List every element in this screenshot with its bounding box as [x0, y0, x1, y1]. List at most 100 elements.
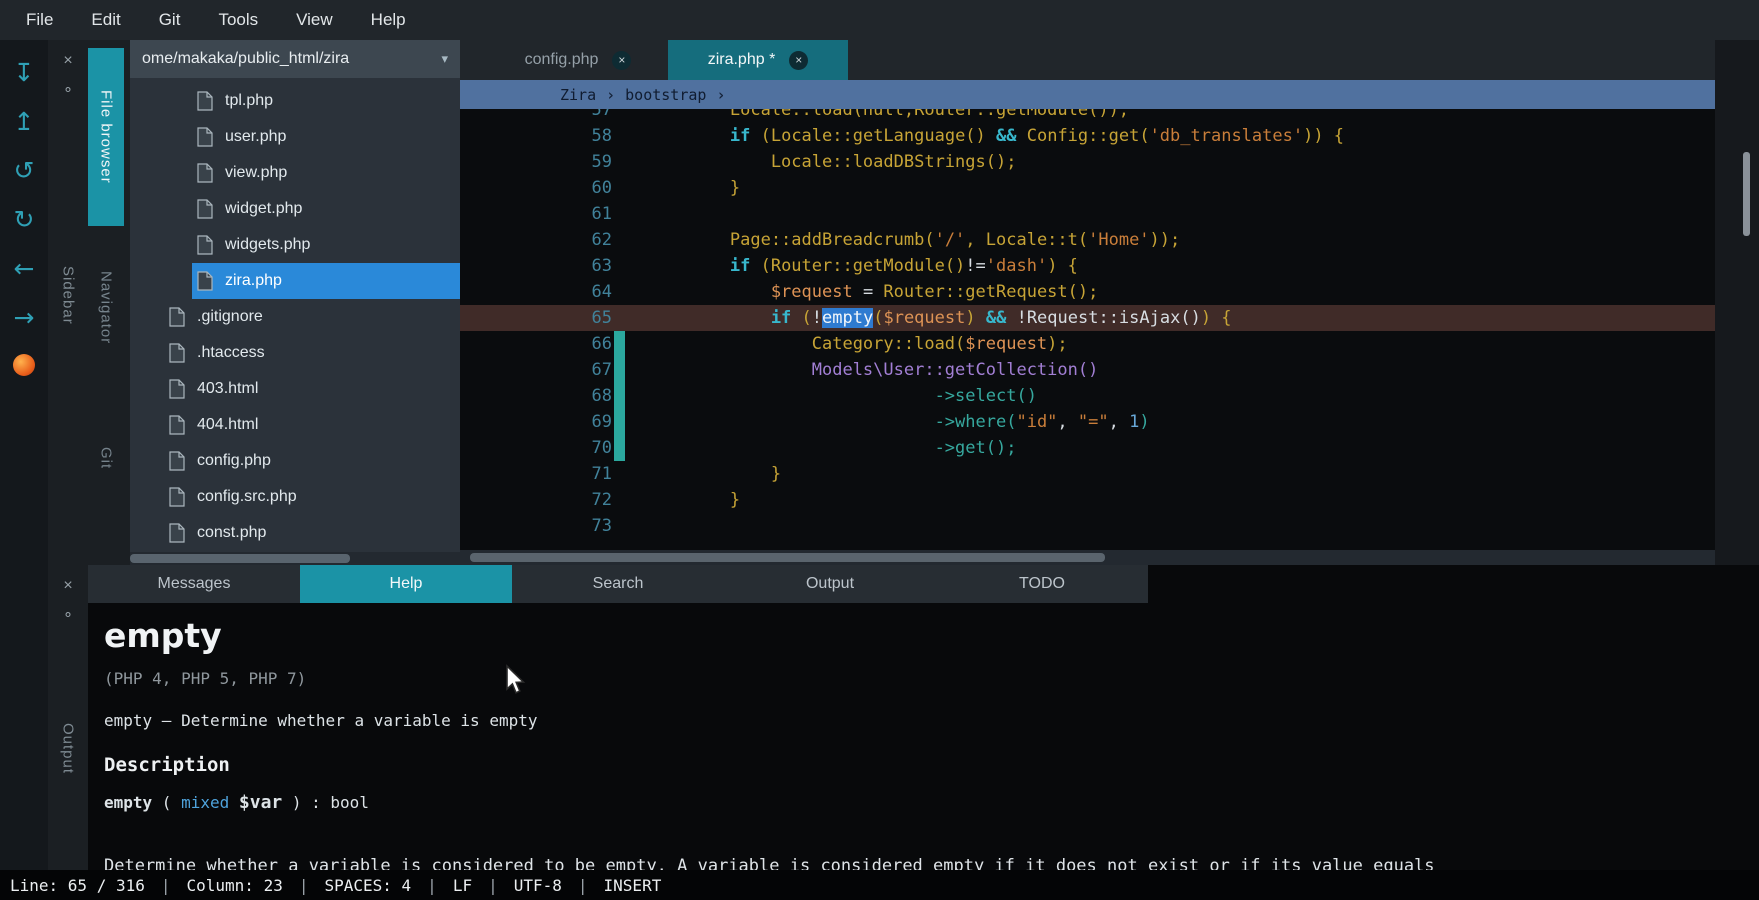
code-line[interactable]: 58 if (Locale::getLanguage() && Config::… [460, 123, 1715, 149]
code-line[interactable]: 64 $request = Router::getRequest(); [460, 279, 1715, 305]
panel-tab-todo[interactable]: TODO [936, 565, 1148, 603]
tree-item[interactable]: config.php [130, 443, 460, 479]
code-line[interactable]: 57 Locale::load(null,Router::getModule()… [460, 109, 1715, 123]
editor-vscrollbar[interactable] [1715, 40, 1759, 565]
code-line[interactable]: 69 ->where("id", "=", 1) [460, 409, 1715, 435]
code-text: Locale::loadDBStrings(); [620, 149, 1715, 175]
code-area[interactable]: 57 Locale::load(null,Router::getModule()… [460, 109, 1715, 550]
menu-file[interactable]: File [12, 5, 67, 35]
statusbar-separator: | [299, 876, 309, 895]
tree-item[interactable]: .htaccess [130, 335, 460, 371]
panel-collapse-button[interactable]: ∘ [56, 603, 80, 625]
browser-icon[interactable] [13, 354, 35, 376]
code-line[interactable]: 68 ->select() [460, 383, 1715, 409]
panel-tab-messages[interactable]: Messages [88, 565, 300, 603]
download-icon[interactable]: ↧ [14, 60, 35, 85]
code-line[interactable]: 71 } [460, 461, 1715, 487]
tree-item[interactable]: tpl.php [130, 83, 460, 119]
help-signature: empty ( mixed $var ) : bool [104, 793, 1739, 813]
code-text: Page::addBreadcrumb('/', Locale::t('Home… [620, 227, 1715, 253]
code-token: )); [1150, 230, 1181, 250]
statusbar-item: INSERT [604, 876, 662, 895]
undo-icon[interactable]: ↺ [14, 158, 35, 183]
scrollbar-thumb[interactable] [130, 554, 350, 563]
code-line[interactable]: 73 [460, 513, 1715, 539]
tree-item[interactable]: widget.php [130, 191, 460, 227]
sidebar-edge: × ∘ Sidebar [48, 40, 88, 565]
code-token: Category::load( [648, 334, 965, 354]
editor-hscrollbar[interactable] [460, 550, 1715, 565]
back-arrow-icon[interactable]: ← [14, 256, 35, 281]
code-line[interactable]: 63 if (Router::getModule()!='dash') { [460, 253, 1715, 279]
tree-item[interactable]: widgets.php [130, 227, 460, 263]
breadcrumb-separator-icon: › [606, 86, 615, 104]
statusbar: Line: 65 / 316|Column: 23|SPACES: 4|LF|U… [0, 870, 1759, 900]
code-line[interactable]: 62 Page::addBreadcrumb('/', Locale::t('H… [460, 227, 1715, 253]
menu-edit[interactable]: Edit [77, 5, 134, 35]
redo-icon[interactable]: ↻ [14, 207, 35, 232]
tree-item[interactable]: 403.html [130, 371, 460, 407]
scrollbar-thumb[interactable] [470, 553, 1105, 562]
breadcrumb-item[interactable]: Zira [560, 86, 596, 104]
tab-close-icon[interactable]: × [612, 51, 631, 70]
forward-arrow-icon[interactable]: → [14, 305, 35, 330]
sidebar-close-button[interactable]: × [56, 50, 80, 72]
code-token: $request [965, 334, 1047, 354]
tab-close-icon[interactable]: × [789, 51, 808, 70]
code-line[interactable]: 72 } [460, 487, 1715, 513]
tree-item-inner: widgets.php [192, 227, 460, 263]
tree-item-inner: config.php [164, 443, 460, 479]
tree-item[interactable]: user.php [130, 119, 460, 155]
tree-item-inner: const.php [164, 515, 460, 551]
chevron-down-icon[interactable]: ▾ [441, 51, 448, 67]
breadcrumb-item[interactable]: bootstrap [625, 86, 706, 104]
menu-tools[interactable]: Tools [204, 5, 272, 35]
file-name: 404.html [197, 416, 258, 434]
tree-item-inner: 404.html [164, 407, 460, 443]
tree-item-inner: 403.html [164, 371, 460, 407]
code-line[interactable]: 70 ->get(); [460, 435, 1715, 461]
tree-item[interactable]: .gitignore [130, 299, 460, 335]
panel-tab-help[interactable]: Help [300, 565, 512, 603]
code-line[interactable]: 59 Locale::loadDBStrings(); [460, 149, 1715, 175]
file-name: const.php [197, 524, 266, 542]
editor-tab[interactable]: zira.php *× [668, 40, 848, 80]
vtab-git[interactable]: Git [88, 426, 124, 490]
code-token: 'db_translates' [1150, 126, 1304, 146]
sidebar-collapse-button[interactable]: ∘ [56, 78, 80, 100]
tree-item-inner: zira.php [192, 263, 460, 299]
code-line[interactable]: 66 Category::load($request); [460, 331, 1715, 357]
statusbar-item: Column: 23 [187, 876, 283, 895]
menu-git[interactable]: Git [145, 5, 195, 35]
panel-tabs-strip: MessagesHelpSearchOutputTODO [88, 565, 1148, 603]
menu-view[interactable]: View [282, 5, 347, 35]
tree-item[interactable]: config.src.php [130, 479, 460, 515]
vtab-navigator[interactable]: Navigator [88, 242, 124, 374]
editor-tab[interactable]: config.php× [488, 40, 668, 80]
panel-tab-search[interactable]: Search [512, 565, 724, 603]
line-number: 60 [460, 175, 620, 201]
tree-item[interactable]: zira.php [130, 263, 460, 299]
git-change-marker [614, 383, 625, 409]
upload-icon[interactable]: ↥ [14, 109, 35, 134]
tree-item[interactable]: view.php [130, 155, 460, 191]
vtab-file-browser[interactable]: File browser [88, 48, 124, 226]
path-bar[interactable]: ome/makaka/public_html/zira ▾ [130, 40, 460, 78]
panel-close-button[interactable]: × [56, 575, 80, 597]
panel-tab-output[interactable]: Output [724, 565, 936, 603]
code-line[interactable]: 65 if (!empty($request) && !Request::isA… [460, 305, 1715, 331]
statusbar-item: UTF-8 [514, 876, 562, 895]
code-token: if [648, 308, 802, 328]
code-token: != [965, 256, 985, 276]
menu-help[interactable]: Help [357, 5, 420, 35]
filetree-hscrollbar[interactable] [130, 552, 460, 565]
tree-item[interactable]: const.php [130, 515, 460, 551]
code-token: Locale::loadDBStrings(); [648, 152, 1016, 172]
code-line[interactable]: 61 [460, 201, 1715, 227]
code-line[interactable]: 67 Models\User::getCollection() [460, 357, 1715, 383]
statusbar-separator: | [161, 876, 171, 895]
code-line[interactable]: 60 } [460, 175, 1715, 201]
tree-item[interactable]: 404.html [130, 407, 460, 443]
scrollbar-thumb[interactable] [1743, 152, 1750, 236]
code-text: $request = Router::getRequest(); [620, 279, 1715, 305]
